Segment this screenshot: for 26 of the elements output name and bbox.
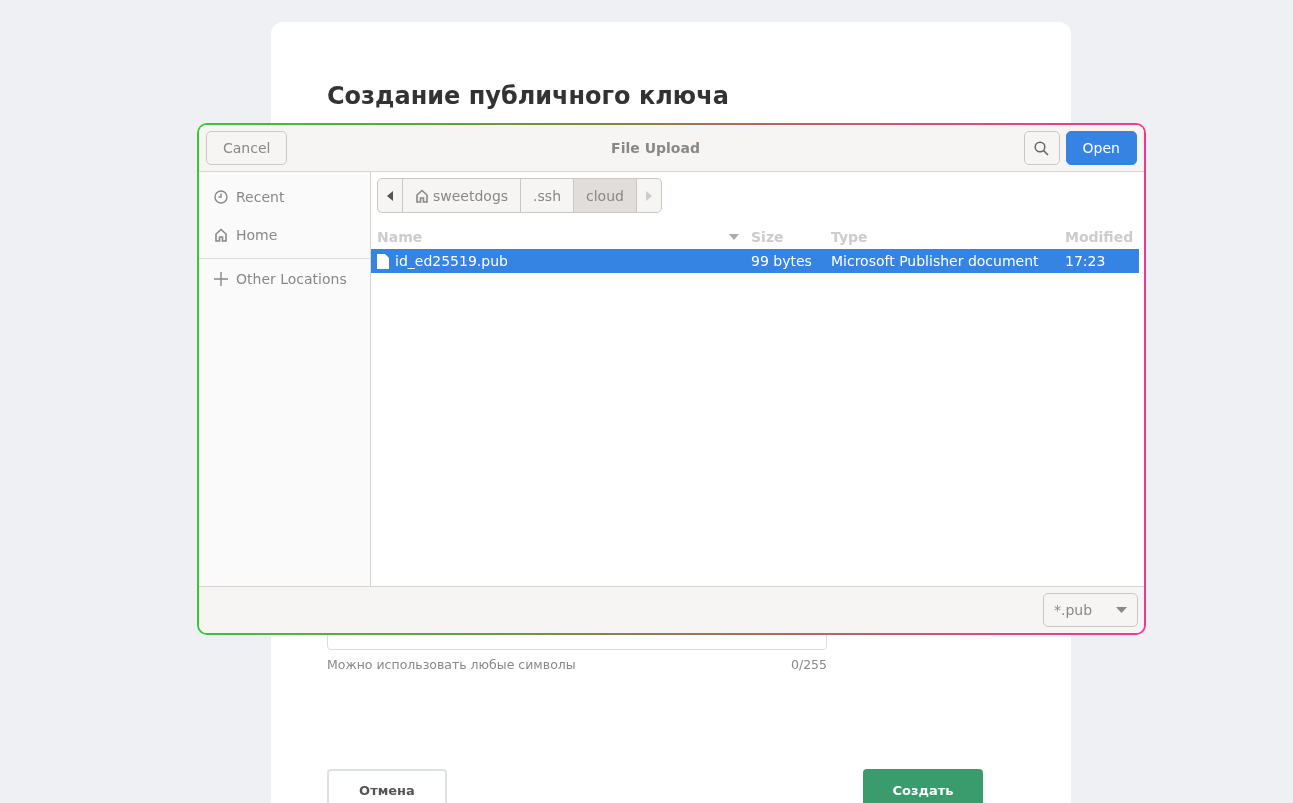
table-cell[interactable]: id_ed25519.pub [371,249,745,273]
left-arrow-icon[interactable] [387,190,393,201]
character-counter: 0/255 [790,657,827,672]
home-icon [415,188,429,203]
sidebar-item[interactable]: Other Locations [236,271,347,287]
dialog-title: File Upload [610,140,701,156]
sidebar-item[interactable]: Recent [236,189,285,205]
field-hint: Можно использовать любые символы [327,657,576,672]
filter-dropdown[interactable]: *.pub [1043,593,1138,627]
clock-icon [214,190,228,204]
table-cell[interactable]: 99 bytes [745,249,825,273]
path-segment[interactable]: cloud [574,179,637,212]
plus-icon [214,272,228,286]
sidebar-item[interactable]: Home [236,227,278,243]
cancel-button[interactable]: Отмена [327,769,447,803]
page-title: Создание публичного ключа [327,82,730,112]
caret-icon [1116,607,1127,613]
table-cell[interactable]: 17:23 [1059,249,1139,273]
cancel-button[interactable]: Cancel [206,131,288,165]
create-button[interactable]: Создать [863,769,983,803]
open-button[interactable]: Open [1065,131,1137,165]
search-button[interactable] [1023,131,1060,165]
search-icon [1034,140,1050,156]
table-cell[interactable]: Microsoft Publisher document [825,249,1059,273]
home-icon [214,228,228,242]
file-icon [377,253,389,269]
